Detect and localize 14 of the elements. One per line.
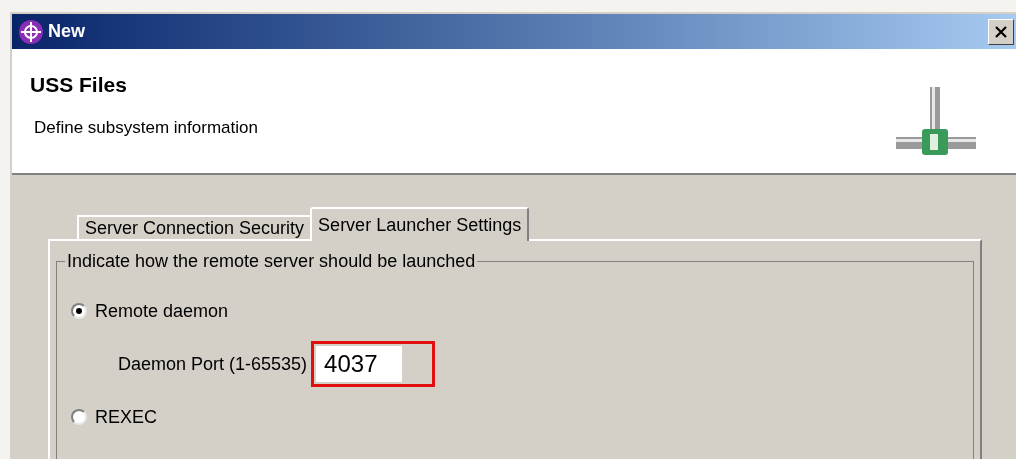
close-icon [995,25,1007,38]
radio-button[interactable] [71,409,87,425]
field-label: Daemon Port (1-65535) [118,352,308,376]
window-title: New [48,20,85,43]
page-title: USS Files [30,72,128,98]
radio-label[interactable]: REXEC [95,403,157,431]
app-icon [18,18,44,45]
page-description: Define subsystem information [33,116,258,139]
tab[interactable]: Server Launcher Settings [310,207,530,241]
close-button[interactable] [988,18,1014,45]
radio-button[interactable] [71,303,87,319]
tab[interactable]: Server Connection Security [77,215,311,239]
radio-label[interactable]: Remote daemon [95,297,229,325]
port-field[interactable]: 4037 [316,346,403,382]
